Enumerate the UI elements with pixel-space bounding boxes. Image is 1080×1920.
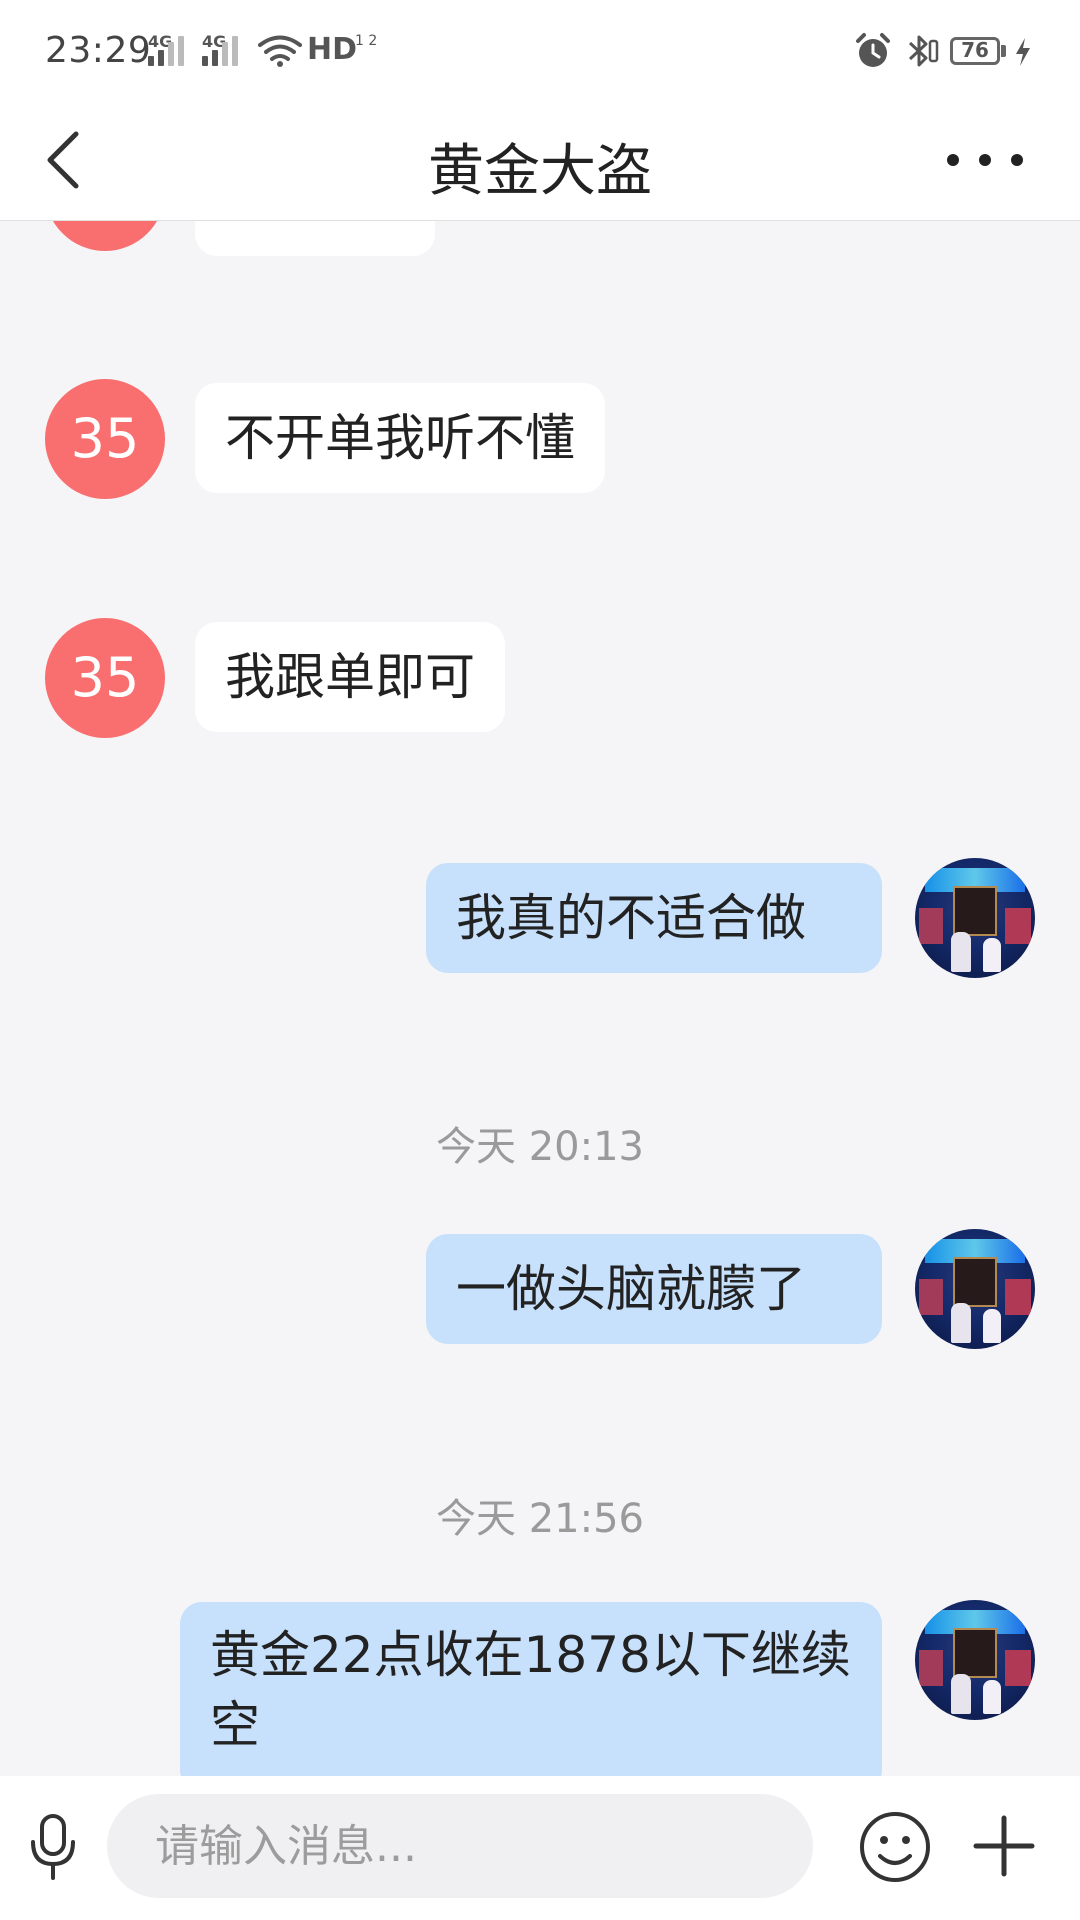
avatar[interactable]: 35 — [45, 618, 165, 738]
chat-screen: 23:29 4G 4G HD 1 2 76 黄金大盗 35 不开单我听不懂 35… — [0, 0, 1080, 1920]
hd-sim-label: 1 2 — [355, 33, 378, 49]
emoji-button[interactable] — [858, 1810, 932, 1884]
avatar-partial[interactable] — [45, 221, 165, 251]
message-bubble-partial — [195, 221, 435, 256]
status-time: 23:29 — [45, 30, 152, 71]
message-bubble-self: 我真的不适合做 — [426, 863, 882, 973]
timestamp: 今天 20:13 — [436, 1124, 644, 1170]
microphone-button[interactable] — [28, 1812, 78, 1882]
message-list[interactable]: 35 不开单我听不懂 35 我跟单即可 我真的不适合做 今天 20:13 一做头… — [0, 221, 1080, 1776]
avatar[interactable]: 35 — [45, 379, 165, 499]
hd-voice-label: HD — [307, 32, 358, 67]
message-bubble: 不开单我听不懂 — [195, 383, 605, 493]
chat-header: 黄金大盗 — [0, 100, 1080, 221]
add-attachment-button[interactable] — [972, 1814, 1036, 1878]
timestamp: 今天 21:56 — [436, 1496, 644, 1542]
cellular-signal-icon-2: 4G — [202, 32, 246, 68]
self-avatar[interactable] — [915, 1600, 1035, 1720]
battery-level: 76 — [961, 38, 989, 62]
charging-icon — [1016, 38, 1030, 66]
battery-nub — [1001, 45, 1006, 57]
battery-icon: 76 — [950, 37, 1000, 65]
message-bubble-self: 黄金22点收在1878以下继续空 — [180, 1602, 882, 1776]
self-avatar[interactable] — [915, 1229, 1035, 1349]
self-avatar[interactable] — [915, 858, 1035, 978]
message-input-bar — [0, 1776, 1080, 1920]
wifi-icon — [258, 35, 302, 67]
message-input[interactable] — [107, 1794, 813, 1898]
more-options-button[interactable] — [940, 140, 1030, 180]
alarm-icon — [856, 33, 890, 67]
page-title: 黄金大盗 — [428, 139, 652, 204]
message-bubble: 我跟单即可 — [195, 622, 505, 732]
status-bar: 23:29 4G 4G HD 1 2 76 — [0, 0, 1080, 100]
bluetooth-icon — [908, 35, 939, 67]
cellular-signal-icon-1: 4G — [148, 32, 192, 68]
message-bubble-self: 一做头脑就朦了 — [426, 1234, 882, 1344]
